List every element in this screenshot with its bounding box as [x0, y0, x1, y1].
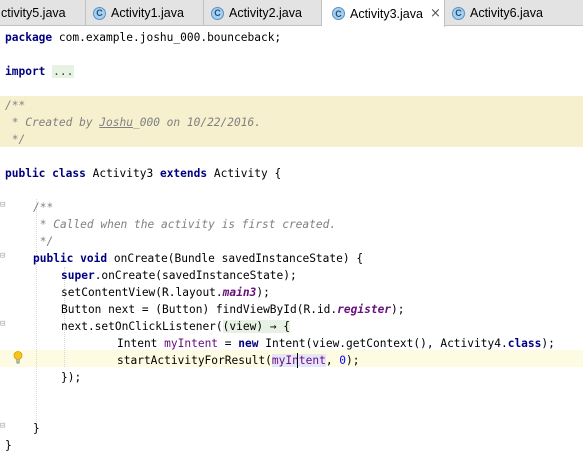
code-line: super.onCreate(savedInstanceState);	[61, 267, 297, 284]
text-cursor	[297, 353, 298, 368]
code-text: );	[256, 286, 270, 299]
code-text: }	[5, 439, 12, 452]
class-c-icon: C	[211, 6, 224, 20]
fold-marker-icon[interactable]: ⊟	[0, 248, 5, 265]
tab-label: ctivity5.java	[1, 6, 66, 20]
class-c-icon: C	[93, 6, 106, 20]
comment-text: * Created by	[5, 116, 100, 129]
code-text: .onCreate(savedInstanceState);	[94, 269, 297, 282]
code-text: setContentView(R.layout.	[61, 286, 223, 299]
code-text: ,	[325, 354, 340, 367]
tab-activity1[interactable]: C Activity1.java	[86, 0, 204, 26]
keyword: void	[80, 252, 108, 265]
code-text: onCreate(Bundle savedInstanceState) {	[107, 252, 364, 265]
code-line: }	[5, 437, 12, 454]
code-line: package com.example.joshu_000.bounceback…	[5, 29, 281, 46]
code-line: * Called when the activity is first crea…	[33, 216, 336, 233]
code-line: public void onCreate(Bundle savedInstanc…	[33, 250, 363, 267]
comment-text: * Called when the activity is first crea…	[33, 218, 337, 231]
code-line: /**	[33, 199, 53, 216]
code-text: Intent	[117, 337, 165, 350]
close-icon[interactable]: ×	[430, 6, 441, 21]
code-line: Button next = (Button) findViewById(R.id…	[61, 301, 405, 318]
folded-lambda[interactable]: (view) → {	[222, 320, 291, 333]
comment-text: */	[5, 133, 26, 146]
code-text: );	[391, 303, 405, 316]
code-text: next.setOnClickListener(	[61, 320, 223, 333]
tab-label: Activity3.java	[350, 6, 423, 21]
comment-text: */	[33, 235, 54, 248]
keyword: new	[238, 337, 259, 350]
folded-imports[interactable]: ...	[52, 65, 75, 78]
variable: myIntent	[271, 354, 326, 367]
code-text: );	[541, 337, 555, 350]
tab-label: Activity1.java	[111, 6, 184, 20]
code-line: }	[33, 420, 40, 437]
keyword: extends	[159, 167, 208, 180]
fold-marker-icon[interactable]: ⊟	[0, 418, 5, 435]
class-c-icon: C	[332, 7, 345, 20]
keyword: public	[33, 252, 74, 265]
keyword: super	[61, 269, 95, 282]
keyword: class	[52, 167, 86, 180]
code-text: =	[218, 337, 239, 350]
code-line: */	[5, 131, 25, 148]
code-line: });	[61, 369, 81, 386]
code-line: /**	[5, 97, 25, 114]
keyword: class	[507, 337, 542, 350]
fold-marker-icon[interactable]: ⊟	[0, 197, 5, 214]
editor-tab-bar: ctivity5.java C Activity1.java C Activit…	[0, 0, 583, 27]
tab-activity5[interactable]: ctivity5.java	[0, 0, 86, 26]
tab-activity3[interactable]: C Activity3.java ×	[322, 0, 445, 27]
keyword: public	[5, 167, 46, 180]
code-text: Button next = (Button) findViewById(R.id…	[61, 303, 338, 316]
code-text: com.example.joshu_000.bounceback;	[52, 31, 282, 44]
code-line: setContentView(R.layout.main3);	[61, 284, 270, 301]
variable: myIntent	[164, 337, 219, 350]
field-ref: register	[337, 303, 392, 316]
code-text: startActivityForResult(	[117, 354, 272, 367]
fold-marker-icon[interactable]: ⊟	[0, 316, 5, 333]
code-text: Activity {	[207, 167, 282, 180]
tab-activity2[interactable]: C Activity2.java	[204, 0, 322, 26]
class-name: Activity3	[85, 167, 160, 180]
code-editor[interactable]: ⊟ ⊟ ⊟ ⊟ package com.example.joshu_000.bo…	[0, 27, 583, 457]
code-text: });	[61, 371, 82, 384]
keyword: import	[5, 65, 46, 78]
keyword: package	[5, 31, 53, 44]
class-c-icon: C	[452, 6, 465, 20]
tab-label: Activity6.java	[470, 6, 543, 20]
code-line: import ...	[5, 63, 75, 80]
tab-activity6[interactable]: C Activity6.java	[445, 0, 583, 26]
code-line: startActivityForResult(myIntent, 0);	[117, 352, 360, 369]
code-text: }	[33, 422, 40, 435]
comment-username: Joshu	[99, 116, 133, 129]
code-text: Intent(view.getContext(), Activity4.	[258, 337, 508, 350]
comment-text: /**	[5, 99, 26, 112]
lightbulb-icon[interactable]	[13, 351, 23, 364]
code-line: Intent myIntent = new Intent(view.getCon…	[117, 335, 555, 352]
code-line: */	[33, 233, 53, 250]
code-line: public class Activity3 extends Activity …	[5, 165, 281, 182]
field-ref: main3	[222, 286, 257, 299]
code-text: );	[346, 354, 360, 367]
comment-text: _000 on 10/22/2016.	[132, 116, 261, 129]
code-line: * Created by Joshu_000 on 10/22/2016.	[5, 114, 261, 131]
tab-label: Activity2.java	[229, 6, 302, 20]
code-line: next.setOnClickListener((view) → {	[61, 318, 291, 335]
comment-text: /**	[33, 201, 54, 214]
